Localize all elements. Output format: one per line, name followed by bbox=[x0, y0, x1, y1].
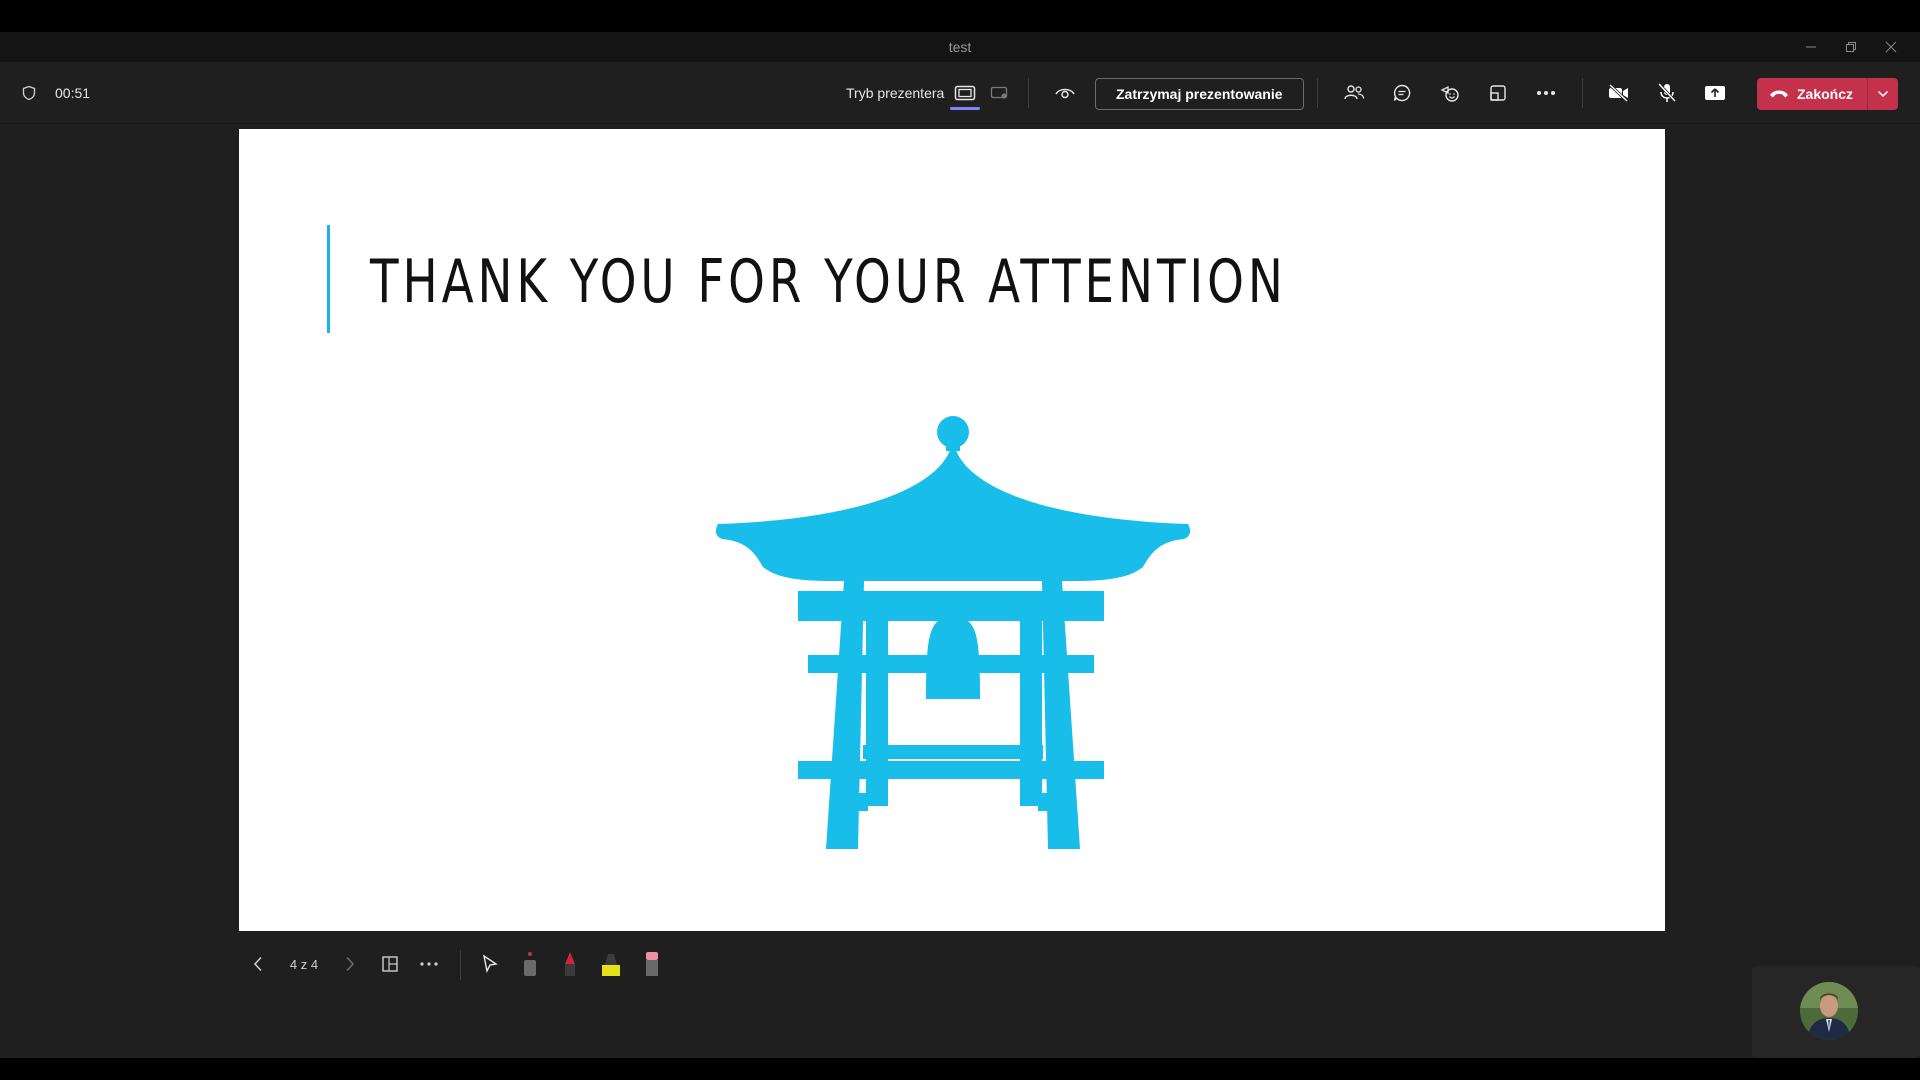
side-by-side-mode-icon[interactable] bbox=[987, 62, 1013, 124]
meeting-toolbar: 00:51 Tryb prezentera Zatrzymaj prezento… bbox=[0, 62, 1920, 124]
camera-off-icon[interactable] bbox=[1604, 62, 1634, 124]
rooms-icon[interactable] bbox=[1483, 62, 1513, 124]
self-view-tile[interactable] bbox=[1752, 966, 1920, 1058]
bottom-strip bbox=[0, 1058, 1920, 1080]
end-call-label: Zakończ bbox=[1797, 86, 1854, 102]
minimize-icon[interactable] bbox=[1791, 32, 1831, 62]
eraser-icon[interactable] bbox=[640, 948, 664, 980]
chevron-right-icon bbox=[346, 956, 355, 972]
chat-icon[interactable] bbox=[1387, 62, 1417, 124]
pointer-icon[interactable] bbox=[477, 948, 503, 980]
previous-slide-button[interactable] bbox=[246, 948, 270, 980]
avatar bbox=[1800, 982, 1858, 1040]
standout-mode-icon[interactable] bbox=[950, 62, 980, 124]
more-slide-options-icon[interactable] bbox=[416, 948, 442, 980]
mic-off-icon[interactable] bbox=[1652, 62, 1682, 124]
presentation-stage: THANK YOU FOR YOUR ATTENTION 4 z 4 bbox=[0, 124, 1920, 1058]
end-call-button[interactable]: Zakończ bbox=[1757, 78, 1899, 110]
reactions-icon[interactable] bbox=[1435, 62, 1465, 124]
next-slide-button[interactable] bbox=[338, 948, 362, 980]
more-options-icon[interactable] bbox=[1531, 62, 1561, 124]
controls-divider bbox=[460, 950, 461, 980]
restore-icon[interactable] bbox=[1831, 32, 1871, 62]
end-call-main[interactable]: Zakończ bbox=[1757, 78, 1867, 110]
title-bar: test bbox=[0, 32, 1920, 62]
slides-grid-icon[interactable] bbox=[377, 948, 403, 980]
people-icon[interactable] bbox=[1339, 62, 1369, 124]
shield-icon bbox=[18, 62, 40, 124]
chevron-down-icon[interactable] bbox=[1868, 78, 1898, 110]
eye-icon[interactable] bbox=[1050, 62, 1080, 124]
slide-counter: 4 z 4 bbox=[289, 956, 319, 972]
mode-selected-indicator bbox=[950, 107, 980, 110]
toolbar-divider bbox=[1582, 78, 1583, 108]
toolbar-divider bbox=[1028, 78, 1029, 108]
bell-tower-icon bbox=[715, 416, 1191, 849]
presenter-mode-label: Tryb prezentera bbox=[846, 85, 945, 101]
stop-presenting-button[interactable]: Zatrzymaj prezentowanie bbox=[1095, 78, 1304, 110]
toolbar-divider bbox=[1317, 78, 1318, 108]
highlighter-icon[interactable] bbox=[599, 948, 623, 980]
laser-pointer-icon[interactable] bbox=[518, 948, 542, 980]
share-screen-icon[interactable] bbox=[1700, 62, 1730, 124]
window-title: test bbox=[948, 39, 972, 55]
title-accent-bar bbox=[327, 225, 330, 333]
chevron-left-icon bbox=[253, 956, 262, 972]
hang-up-icon bbox=[1770, 90, 1788, 98]
meeting-timer: 00:51 bbox=[55, 85, 91, 101]
close-icon[interactable] bbox=[1871, 32, 1911, 62]
slide-title: THANK YOU FOR YOUR ATTENTION bbox=[370, 247, 1287, 317]
pen-icon[interactable] bbox=[558, 948, 582, 980]
top-strip bbox=[0, 0, 1920, 32]
slide: THANK YOU FOR YOUR ATTENTION bbox=[239, 129, 1665, 931]
